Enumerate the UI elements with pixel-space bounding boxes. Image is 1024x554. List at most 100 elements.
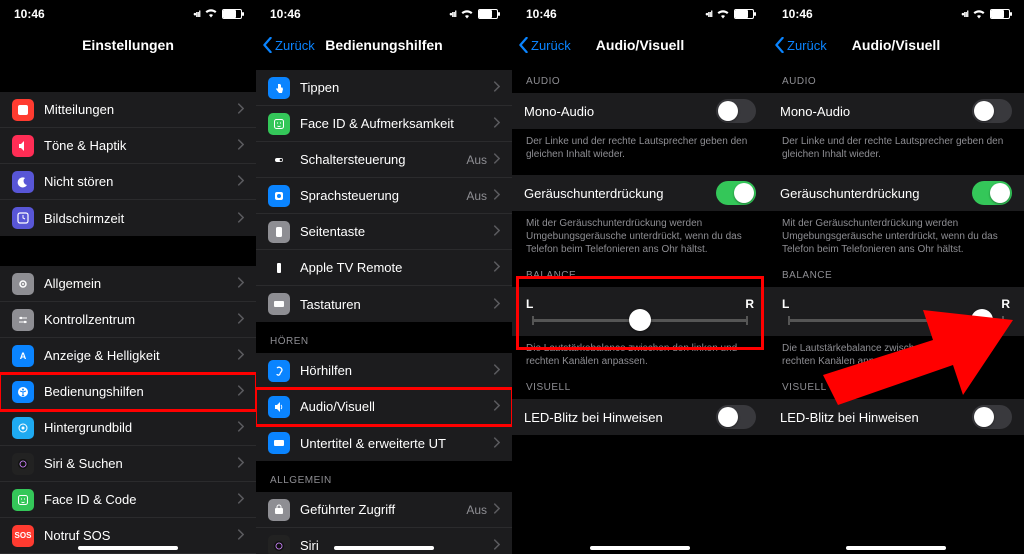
row-atv[interactable]: Apple TV Remote bbox=[256, 250, 512, 286]
row-label: Sprachsteuerung bbox=[300, 188, 466, 203]
row-siri[interactable]: Siri & Suchen bbox=[0, 446, 256, 482]
row-kbd[interactable]: Tastaturen bbox=[256, 286, 512, 322]
svg-text:A: A bbox=[20, 351, 27, 361]
noise-cancel-toggle[interactable] bbox=[716, 181, 756, 205]
back-label: Zurück bbox=[275, 38, 315, 53]
row-mitteilungen[interactable]: Mitteilungen bbox=[0, 92, 256, 128]
row-screentime[interactable]: Bildschirmzeit bbox=[0, 200, 256, 236]
row-voice[interactable]: SprachsteuerungAus bbox=[256, 178, 512, 214]
row-audio[interactable]: Audio/Visuell bbox=[256, 389, 512, 425]
balance-slider[interactable] bbox=[788, 319, 1004, 322]
row-label: Kontrollzentrum bbox=[44, 312, 237, 327]
row-label: Seitentaste bbox=[300, 224, 493, 239]
faceid-icon bbox=[12, 489, 34, 511]
row-wall[interactable]: Hintergrundbild bbox=[0, 410, 256, 446]
led-flash-row[interactable]: LED-Blitz bei Hinweisen bbox=[512, 399, 768, 435]
mono-audio-row[interactable]: Mono-Audio bbox=[768, 93, 1024, 129]
row-control[interactable]: Kontrollzentrum bbox=[0, 302, 256, 338]
voice-icon bbox=[268, 185, 290, 207]
row-faceid2[interactable]: Face ID & Aufmerksamkeit bbox=[256, 106, 512, 142]
chevron-right-icon bbox=[237, 138, 244, 153]
row-label: Hörhilfen bbox=[300, 363, 493, 378]
back-button[interactable]: Zurück bbox=[518, 28, 571, 62]
row-detail: Aus bbox=[466, 189, 487, 203]
signal-icon: •ııl bbox=[193, 9, 200, 19]
noise-cancel-row[interactable]: Geräuschunterdrückung bbox=[512, 175, 768, 211]
row-gear[interactable]: Allgemein bbox=[0, 266, 256, 302]
mono-audio-toggle[interactable] bbox=[972, 99, 1012, 123]
kbd-icon bbox=[268, 293, 290, 315]
mono-audio-toggle[interactable] bbox=[716, 99, 756, 123]
status-bar: 10:46 •ııl bbox=[256, 0, 512, 28]
section-header-audio: AUDIO bbox=[768, 62, 1024, 93]
led-flash-toggle[interactable] bbox=[716, 405, 756, 429]
row-label: Apple TV Remote bbox=[300, 260, 493, 275]
section-header-hearing: HÖREN bbox=[256, 322, 512, 353]
faceid2-icon bbox=[268, 113, 290, 135]
row-label: Siri & Suchen bbox=[44, 456, 237, 471]
row-dnd[interactable]: Nicht stören bbox=[0, 164, 256, 200]
chevron-right-icon bbox=[493, 538, 500, 553]
row-access[interactable]: Bedienungshilfen bbox=[0, 374, 256, 410]
screen-accessibility: 10:46 •ııl Zurück Bedienungshilfen Tippe… bbox=[256, 0, 512, 554]
row-label: Notruf SOS bbox=[44, 528, 237, 543]
row-detail: Aus bbox=[466, 153, 487, 167]
row-side[interactable]: Seitentaste bbox=[256, 214, 512, 250]
row-label: Allgemein bbox=[44, 276, 237, 291]
noise-cancel-row[interactable]: Geräuschunterdrückung bbox=[768, 175, 1024, 211]
chevron-right-icon bbox=[237, 211, 244, 226]
row-sounds[interactable]: Töne & Haptik bbox=[0, 128, 256, 164]
page-title: Einstellungen bbox=[82, 37, 174, 53]
chevron-right-icon bbox=[237, 312, 244, 327]
section-header-balance: BALANCE bbox=[512, 256, 768, 287]
row-label: Anzeige & Helligkeit bbox=[44, 348, 237, 363]
balance-slider[interactable] bbox=[532, 319, 748, 322]
row-label: Mitteilungen bbox=[44, 102, 237, 117]
led-flash-label: LED-Blitz bei Hinweisen bbox=[524, 410, 716, 425]
home-indicator[interactable] bbox=[590, 546, 690, 550]
navbar: Zurück Bedienungshilfen bbox=[256, 28, 512, 62]
back-button[interactable]: Zurück bbox=[262, 28, 315, 62]
row-label: Schaltersteuerung bbox=[300, 152, 466, 167]
chevron-right-icon bbox=[237, 492, 244, 507]
chevron-right-icon bbox=[493, 297, 500, 312]
screen-audio-visual-center: 10:46 •ııl Zurück Audio/Visuell AUDIO Mo… bbox=[512, 0, 768, 554]
chevron-right-icon bbox=[237, 348, 244, 363]
mono-audio-footer: Der Linke und der rechte Lautsprecher ge… bbox=[512, 129, 768, 161]
back-button[interactable]: Zurück bbox=[774, 28, 827, 62]
home-indicator[interactable] bbox=[334, 546, 434, 550]
status-bar: 10:46 •ııl bbox=[0, 0, 256, 28]
balance-thumb[interactable] bbox=[971, 309, 993, 331]
chevron-right-icon bbox=[237, 276, 244, 291]
chevron-right-icon bbox=[493, 260, 500, 275]
balance-thumb[interactable] bbox=[629, 309, 651, 331]
noise-cancel-toggle[interactable] bbox=[972, 181, 1012, 205]
balance-left-label: L bbox=[526, 297, 533, 311]
chevron-right-icon bbox=[237, 456, 244, 471]
home-indicator[interactable] bbox=[846, 546, 946, 550]
side-icon bbox=[268, 221, 290, 243]
navbar: Einstellungen bbox=[0, 28, 256, 62]
row-display[interactable]: A Anzeige & Helligkeit bbox=[0, 338, 256, 374]
hearing-icon bbox=[268, 360, 290, 382]
chevron-right-icon bbox=[237, 420, 244, 435]
led-flash-toggle[interactable] bbox=[972, 405, 1012, 429]
status-bar: 10:46 •ııl bbox=[768, 0, 1024, 28]
row-siri2[interactable]: Siri bbox=[256, 528, 512, 554]
status-time: 10:46 bbox=[270, 7, 301, 21]
row-switch[interactable]: SchaltersteuerungAus bbox=[256, 142, 512, 178]
row-guided[interactable]: Geführter ZugriffAus bbox=[256, 492, 512, 528]
wall-icon bbox=[12, 417, 34, 439]
row-label: Nicht stören bbox=[44, 174, 237, 189]
row-label: Tastaturen bbox=[300, 297, 493, 312]
row-touch[interactable]: Tippen bbox=[256, 70, 512, 106]
home-indicator[interactable] bbox=[78, 546, 178, 550]
row-faceid[interactable]: Face ID & Code bbox=[0, 482, 256, 518]
chevron-right-icon bbox=[493, 116, 500, 131]
row-cc[interactable]: Untertitel & erweiterte UT bbox=[256, 425, 512, 461]
led-flash-row[interactable]: LED-Blitz bei Hinweisen bbox=[768, 399, 1024, 435]
mono-audio-row[interactable]: Mono-Audio bbox=[512, 93, 768, 129]
touch-icon bbox=[268, 77, 290, 99]
row-hearing[interactable]: Hörhilfen bbox=[256, 353, 512, 389]
screen-audio-visual-right: 10:46 •ııl Zurück Audio/Visuell AUDIO Mo… bbox=[768, 0, 1024, 554]
